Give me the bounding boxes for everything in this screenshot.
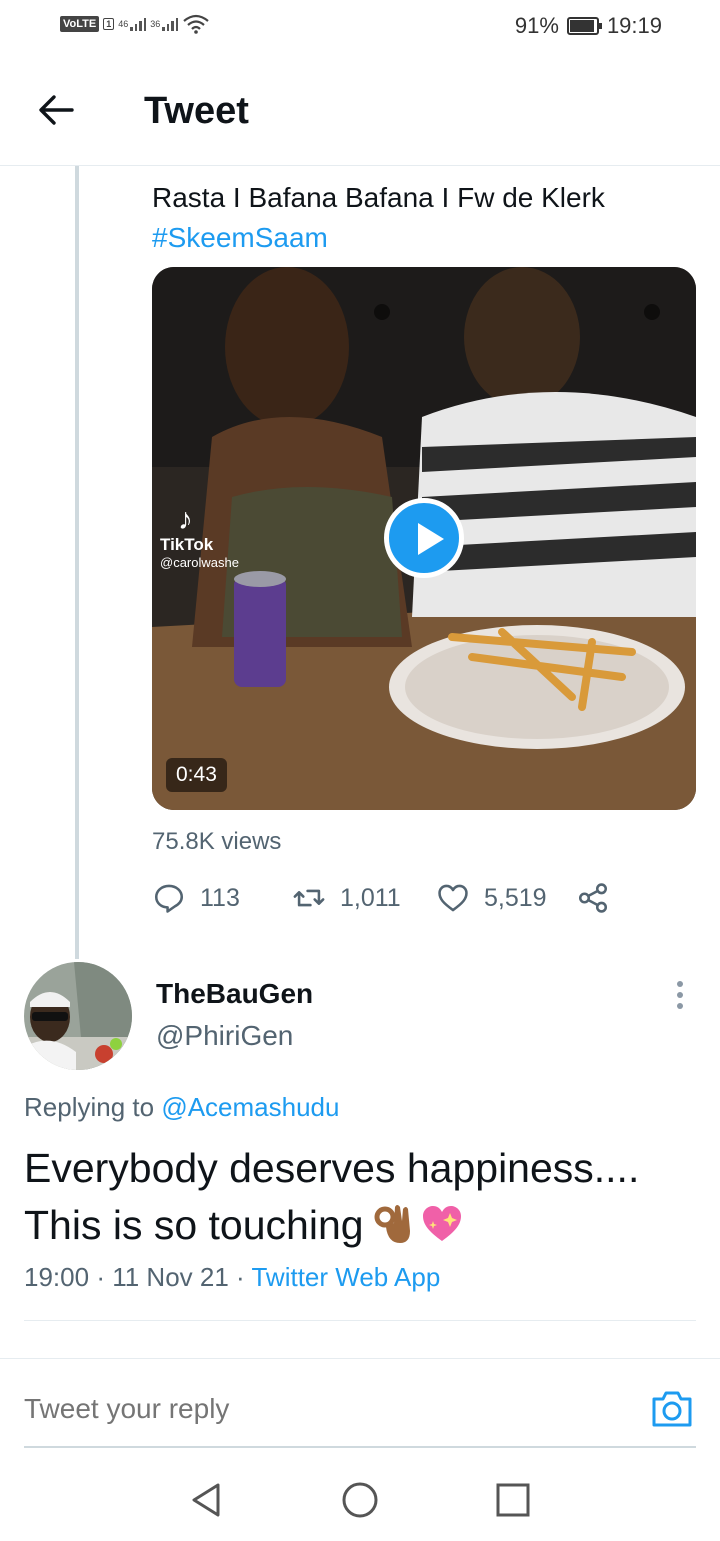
sim-badge: 1 xyxy=(103,18,115,30)
status-right: 91% 19:19 xyxy=(515,13,662,39)
like-count: 5,519 xyxy=(484,883,547,912)
hashtag-link[interactable]: #SkeemSaam xyxy=(152,218,692,258)
clock: 19:19 xyxy=(606,13,662,38)
tweet-date: 11 Nov 21 xyxy=(112,1262,229,1292)
network-indicators: VoLTE 1 46 36 xyxy=(60,14,210,34)
nav-recents-icon[interactable] xyxy=(493,1480,533,1520)
page-title: Tweet xyxy=(144,90,249,132)
tweet-actions: 113 1,011 5,519 xyxy=(152,878,622,918)
thread-connector xyxy=(75,166,79,959)
video-duration: 0:43 xyxy=(166,758,227,792)
share-icon xyxy=(578,883,608,913)
tweet-body-line-2-wrap: This is so touching xyxy=(24,1197,704,1254)
tweet-source-link[interactable]: Twitter Web App xyxy=(251,1262,440,1292)
tiktok-icon: ♪ xyxy=(178,503,193,536)
reply-count: 113 xyxy=(200,883,240,912)
volte-badge: VoLTE xyxy=(60,16,100,32)
share-button[interactable] xyxy=(576,878,610,918)
parent-tweet-text: Rasta I Bafana Bafana I Fw de Klerk #Ske… xyxy=(152,178,692,258)
sparkling-heart-emoji-icon xyxy=(422,1206,461,1241)
composer-underline xyxy=(24,1446,696,1448)
signal-icon: 46 xyxy=(118,18,147,31)
wifi-icon xyxy=(183,14,209,34)
nav-home-icon[interactable] xyxy=(340,1480,380,1520)
reply-input[interactable] xyxy=(24,1393,584,1425)
view-count: 75.8K views xyxy=(152,828,282,855)
reply-icon xyxy=(154,884,184,913)
tweet-meta: 19:00 · 11 Nov 21 · Twitter Web App xyxy=(24,1262,440,1293)
signal-icon-2: 36 xyxy=(150,18,179,31)
top-app-bar: Tweet xyxy=(0,56,720,166)
avatar[interactable] xyxy=(24,962,132,1070)
replying-to: Replying to @Acemashudu xyxy=(24,1092,339,1123)
reply-button[interactable]: 113 xyxy=(152,878,240,918)
play-icon[interactable] xyxy=(384,498,464,578)
tweet-body-line-2: This is so touching xyxy=(24,1202,364,1248)
heart-icon xyxy=(438,884,468,912)
author-display-name[interactable]: TheBauGen xyxy=(156,978,313,1010)
more-options-icon[interactable] xyxy=(668,978,692,1012)
retweet-button[interactable]: 1,011 xyxy=(292,878,401,918)
battery-icon xyxy=(566,17,602,35)
tweet-body-line-1: Everybody deserves happiness.... xyxy=(24,1145,640,1191)
tweet-body: Everybody deserves happiness.... This is… xyxy=(24,1140,704,1254)
nav-back-icon[interactable] xyxy=(186,1480,226,1520)
tiktok-brand: TikTok xyxy=(160,535,214,554)
retweet-count: 1,011 xyxy=(340,883,401,912)
like-button[interactable]: 5,519 xyxy=(436,878,547,918)
author-handle[interactable]: @PhiriGen xyxy=(156,1020,293,1052)
status-bar: VoLTE 1 46 36 91% 19:19 xyxy=(0,0,720,56)
replying-prefix: Replying to xyxy=(24,1092,155,1122)
retweet-icon xyxy=(293,889,325,907)
meta-separator: · xyxy=(96,1262,105,1292)
system-nav-bar xyxy=(0,1450,720,1541)
tiktok-user: @carolwashe xyxy=(160,555,239,570)
reply-composer xyxy=(0,1358,720,1448)
divider xyxy=(24,1320,696,1321)
ok-hand-emoji-icon xyxy=(374,1205,410,1243)
network-type-1: 46 xyxy=(118,19,129,29)
avatar-image xyxy=(24,962,132,1070)
camera-icon[interactable] xyxy=(650,1389,694,1429)
tiktok-watermark: ♪ TikTok @carolwashe xyxy=(160,503,239,571)
network-type-2: 36 xyxy=(150,19,161,29)
battery-percent: 91% xyxy=(514,13,559,38)
tweet-time: 19:00 xyxy=(24,1262,90,1292)
back-arrow-icon[interactable] xyxy=(36,90,76,130)
meta-separator-2: · xyxy=(236,1262,245,1292)
parent-tweet-line: Rasta I Bafana Bafana I Fw de Klerk xyxy=(152,182,605,213)
mention-link[interactable]: @Acemashudu xyxy=(161,1092,339,1122)
video-player[interactable]: ♪ TikTok @carolwashe 0:43 xyxy=(152,267,696,810)
